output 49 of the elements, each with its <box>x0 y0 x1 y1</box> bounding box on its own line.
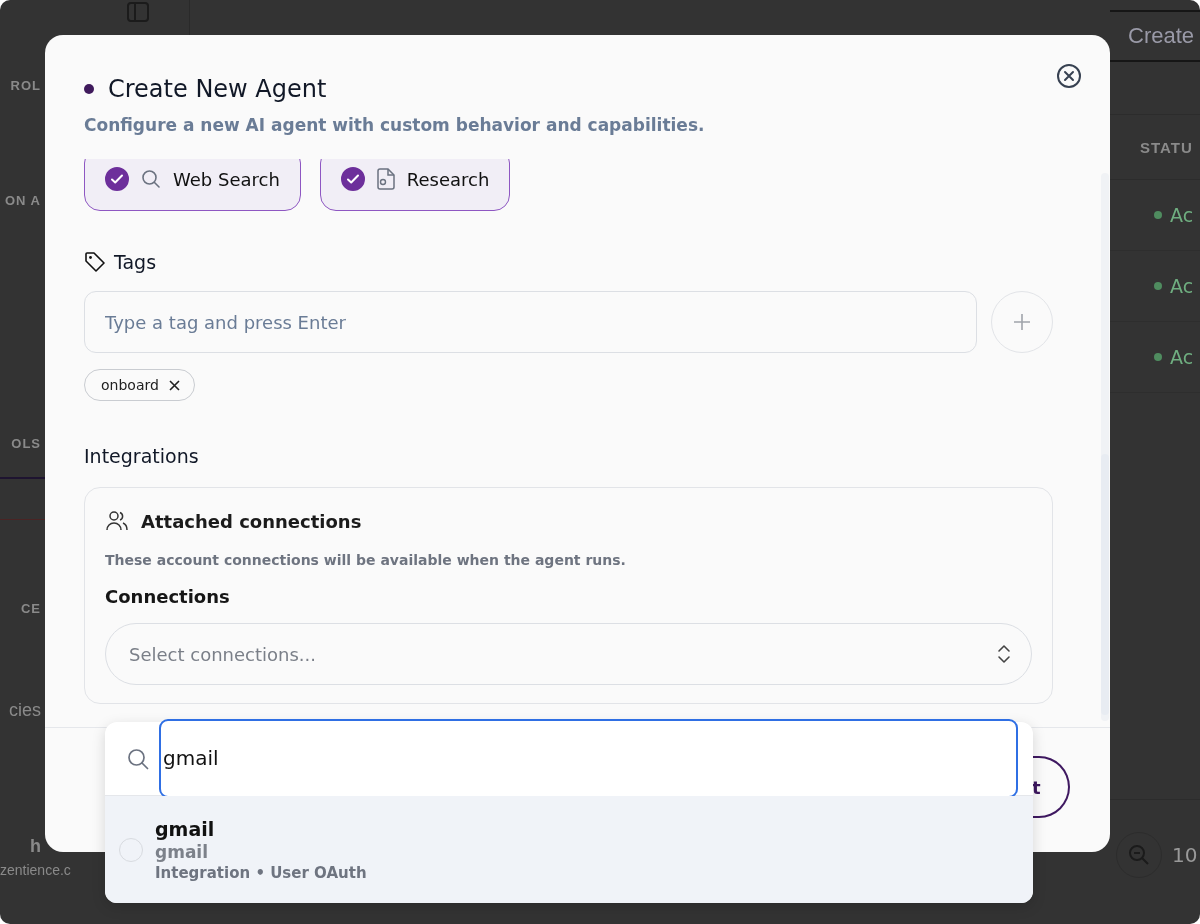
capability-chip[interactable]: Research <box>319 159 511 211</box>
option-subtitle: gmail <box>155 841 209 862</box>
status-text: Ac <box>1170 346 1194 368</box>
sidebar-label: ON A <box>4 193 41 208</box>
check-icon <box>110 172 124 186</box>
sidebar-label: h <box>30 836 41 857</box>
sidebar-label: OLS <box>11 436 41 451</box>
status-text: Ac <box>1170 275 1194 297</box>
checkbox[interactable] <box>340 167 365 191</box>
option-title: gmail <box>155 817 216 840</box>
tag-icon <box>84 251 106 273</box>
radio-button[interactable] <box>119 837 143 862</box>
dialog-title: Create New Agent <box>108 75 327 103</box>
document-icon <box>376 168 395 190</box>
option-meta: Integration • User OAuth <box>155 863 367 882</box>
plus-icon <box>1013 313 1031 331</box>
sidebar-label: cies <box>9 700 41 721</box>
remove-tag-button[interactable] <box>168 379 180 391</box>
field-label: Tags <box>114 251 157 273</box>
status-dot-icon <box>1154 353 1162 361</box>
sidebar-label: CE <box>20 601 41 616</box>
checkbox[interactable] <box>105 167 129 191</box>
close-button[interactable] <box>1056 63 1082 89</box>
card-title: Attached connections <box>141 510 362 532</box>
search-field[interactable]: gmail <box>159 718 1018 798</box>
sidebar-label: zentience.c <box>0 862 71 878</box>
create-agent-button[interactable]: t <box>1030 756 1070 818</box>
zoom-out-icon <box>1128 844 1150 866</box>
search-icon <box>141 169 161 189</box>
users-icon <box>105 510 129 532</box>
status-dot-icon <box>1154 211 1162 219</box>
zoom-level: 10 <box>1172 843 1198 867</box>
section-heading: Integrations <box>84 445 200 467</box>
tag-input-field[interactable]: Type a tag and press Enter <box>84 291 977 353</box>
capability-chip[interactable]: Web Search <box>84 159 301 211</box>
dialog-subtitle: Configure a new AI agent with custom behavior and capabilities. <box>84 115 706 135</box>
sidebar-toggle-icon[interactable] <box>127 2 149 22</box>
search-icon <box>127 747 149 770</box>
sidebar-label: ROL <box>10 78 41 93</box>
card-description: These account connections will be available when the agent runs. <box>105 552 627 568</box>
connection-option[interactable]: gmail gmail Integration • User OAuth <box>105 796 1033 903</box>
tag-text: onboard <box>101 377 159 393</box>
field-label: Connections <box>105 586 231 607</box>
status-dot-icon <box>1154 282 1162 290</box>
title-dot-icon <box>84 84 94 94</box>
chevrons-icon <box>997 644 1011 664</box>
check-icon <box>345 172 360 186</box>
status-text: Ac <box>1170 204 1194 226</box>
create-button[interactable]: Create <box>1110 10 1200 62</box>
